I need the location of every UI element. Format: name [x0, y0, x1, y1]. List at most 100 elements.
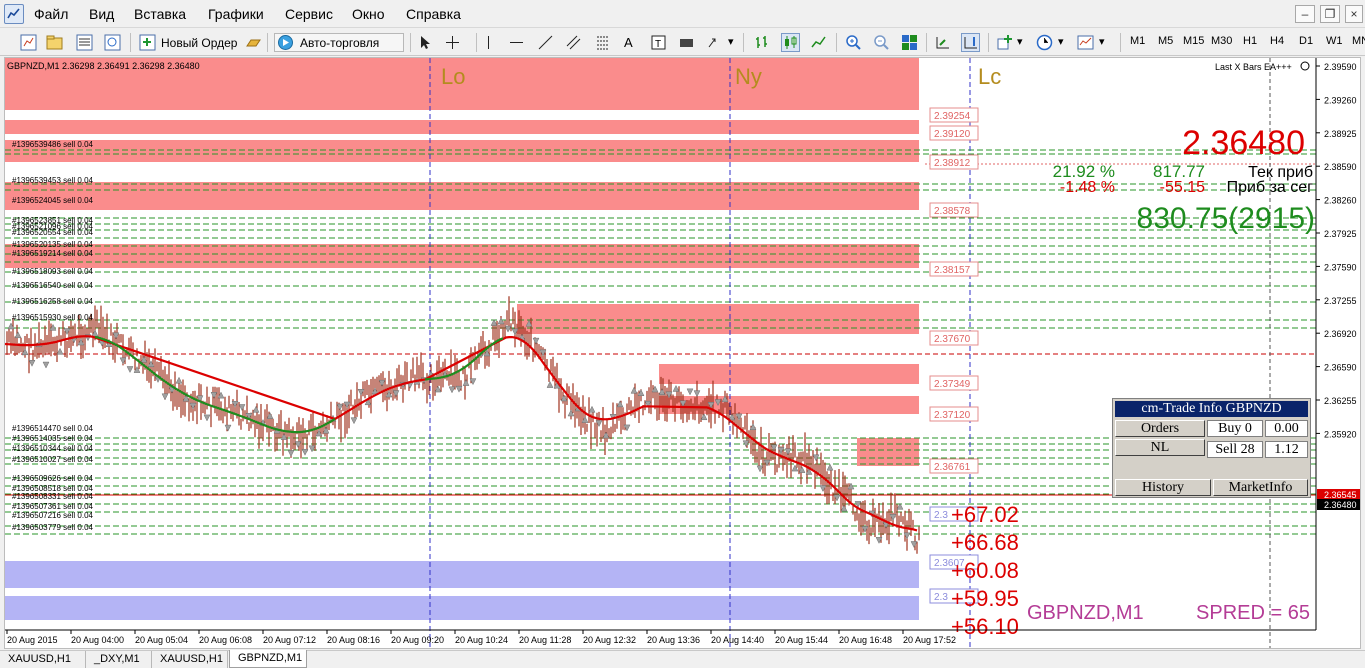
autotrading-label: Авто-торговля	[300, 35, 380, 50]
order-profit: +60.08	[951, 558, 1019, 583]
templates-dropdown-icon[interactable]: ▾	[1099, 35, 1105, 48]
tab-xauusd-h1-2[interactable]: XAUUSD,H1	[152, 651, 228, 668]
fibonacci-icon[interactable]	[594, 34, 611, 51]
level-tag: 2.37670	[934, 334, 971, 345]
text-label-icon[interactable]: T	[650, 34, 667, 51]
timeframe-m5[interactable]: M5	[1158, 35, 1173, 47]
indicators-dropdown-icon[interactable]: ▾	[1017, 35, 1023, 48]
zoom-out-icon[interactable]	[873, 34, 890, 51]
profiles-icon[interactable]	[46, 34, 63, 51]
orders-button[interactable]: Orders	[1115, 420, 1205, 437]
navigator-icon[interactable]	[104, 34, 121, 51]
time-tick-label: 20 Aug 09:20	[391, 635, 444, 645]
sell-value: 1.12	[1265, 441, 1308, 458]
zoom-in-icon[interactable]	[845, 34, 862, 51]
price-tick-label: 2.35920	[1324, 429, 1357, 439]
menu-window[interactable]: Окно	[352, 6, 385, 22]
menu-charts[interactable]: Графики	[208, 6, 264, 22]
timeframe-m1[interactable]: M1	[1130, 35, 1145, 47]
order-profit: +67.02	[951, 502, 1019, 527]
symbol-footer: GBPNZD,M1	[1027, 602, 1144, 624]
level-tag: 2.3	[934, 592, 948, 603]
time-tick-label: 20 Aug 15:44	[775, 635, 828, 645]
bar-chart-icon[interactable]	[754, 34, 771, 51]
menu-help[interactable]: Справка	[406, 6, 461, 22]
market-info-button[interactable]: MarketInfo	[1213, 479, 1308, 496]
resistance-zone	[517, 304, 919, 334]
order-label: #1396516540 sell 0.04	[12, 281, 94, 290]
close-button[interactable]: ×	[1345, 5, 1363, 23]
gold-bars-icon[interactable]	[245, 34, 262, 51]
crosshair-icon[interactable]	[444, 34, 461, 51]
toolbar-separator	[267, 33, 268, 52]
order-label: #1396520135 sell 0.04	[12, 240, 94, 249]
order-label: #1396509626 sell 0.04	[12, 474, 94, 483]
periods-dropdown-icon[interactable]: ▾	[1058, 35, 1064, 48]
trendline-icon[interactable]	[537, 34, 554, 51]
spread-footer: SPRED = 65	[1196, 602, 1310, 624]
chart-window[interactable]: Lo Ny Lc GBPNZD,M1 2.36298 2.36491 2.36298 …	[4, 57, 1361, 649]
menu-view[interactable]: Вид	[89, 6, 114, 22]
price-bars	[6, 296, 920, 554]
text-icon[interactable]: A	[624, 33, 633, 52]
order-label: #1396510344 sell 0.04	[12, 444, 94, 453]
order-label: #1396518093 sell 0.04	[12, 267, 94, 276]
price-tick-label: 2.38260	[1324, 196, 1357, 206]
fractal-markers	[7, 317, 918, 549]
channel-icon[interactable]	[565, 34, 582, 51]
indicators-icon[interactable]	[996, 34, 1013, 51]
new-order-button[interactable]: Новый Ордер	[139, 33, 237, 52]
periods-clock-icon[interactable]	[1036, 34, 1053, 51]
arrows-icon[interactable]	[706, 34, 723, 51]
ea-settings-icon	[1300, 61, 1310, 71]
today-profit-label: Приб за сег	[1227, 179, 1314, 196]
price-chart[interactable]: Lo Ny Lc GBPNZD,M1 2.36298 2.36491 2.36298 …	[5, 58, 1361, 649]
time-tick-label: 20 Aug 14:40	[711, 635, 764, 645]
nl-button[interactable]: NL	[1115, 439, 1205, 456]
menu-insert[interactable]: Вставка	[134, 6, 186, 22]
timeframe-m30[interactable]: M30	[1211, 35, 1232, 47]
price-tick-label: 2.36255	[1324, 396, 1357, 406]
timeframe-h1[interactable]: H1	[1243, 35, 1257, 47]
vertical-line-icon[interactable]	[480, 34, 497, 51]
tab-xauusd-h1[interactable]: XAUUSD,H1	[0, 651, 86, 668]
chart-shift-icon[interactable]	[961, 33, 980, 52]
tab-gbpnzd-m1[interactable]: GBPNZD,M1	[229, 650, 307, 668]
cursor-icon[interactable]	[416, 34, 433, 51]
menu-tools[interactable]: Сервис	[285, 6, 333, 22]
toolbar-separator	[988, 33, 989, 52]
timeframe-h4[interactable]: H4	[1270, 35, 1284, 47]
restore-button[interactable]: ❐	[1320, 5, 1340, 23]
rectangle-icon[interactable]	[678, 34, 695, 51]
order-profit: +59.95	[951, 586, 1019, 611]
auto-scroll-icon[interactable]	[934, 34, 951, 51]
line-chart-icon[interactable]	[810, 34, 827, 51]
price-tick-label: 2.37255	[1324, 296, 1357, 306]
templates-icon[interactable]	[1077, 34, 1094, 51]
new-order-icon	[139, 34, 156, 51]
order-label: #1396514470 sell 0.04	[12, 424, 94, 433]
autotrading-icon	[278, 35, 293, 50]
timeframe-w1[interactable]: W1	[1326, 35, 1343, 47]
arrows-dropdown-icon[interactable]: ▾	[728, 35, 734, 48]
timeframe-d1[interactable]: D1	[1299, 35, 1313, 47]
horizontal-line-icon[interactable]	[508, 34, 525, 51]
price-tick-label: 2.36920	[1324, 329, 1357, 339]
resistance-zone	[659, 396, 919, 414]
history-button[interactable]: History	[1115, 479, 1211, 496]
tab-dxy-m1[interactable]: _DXY,M1	[86, 651, 152, 668]
toolbar-separator	[743, 33, 744, 52]
resistance-zone	[5, 182, 919, 210]
candlestick-chart-icon[interactable]	[781, 33, 800, 52]
order-label: #1396507361 sell 0.04	[12, 502, 94, 511]
order-label: #1396503779 sell 0.04	[12, 523, 94, 532]
autotrading-button[interactable]: Авто-торговля	[274, 33, 404, 52]
new-chart-icon[interactable]	[20, 34, 37, 51]
minimize-button[interactable]: –	[1295, 5, 1315, 23]
timeframe-m15[interactable]: M15	[1183, 35, 1204, 47]
tile-windows-icon[interactable]	[901, 34, 918, 51]
market-watch-icon[interactable]	[76, 34, 93, 51]
app-icon[interactable]	[4, 4, 24, 24]
timeframe-mn[interactable]: MN	[1352, 35, 1365, 47]
menu-file[interactable]: Файл	[34, 6, 68, 22]
